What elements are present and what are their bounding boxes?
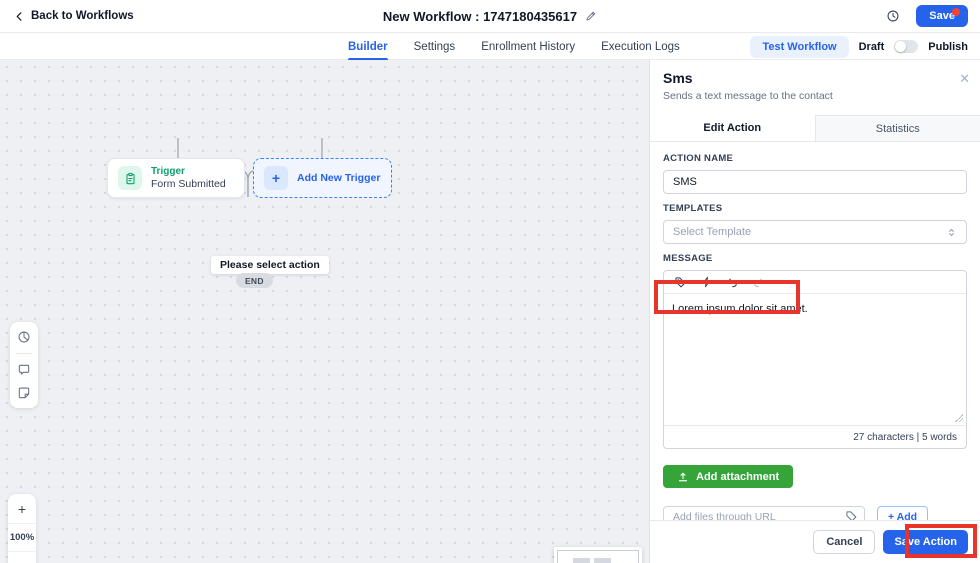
minimap-node <box>573 558 590 563</box>
add-trigger-label: Add New Trigger <box>297 172 381 184</box>
message-editor: Lorem ipsum dolor sit amet. 27 character… <box>663 270 967 449</box>
plus-icon: + <box>264 166 288 190</box>
clipboard-icon <box>118 166 142 190</box>
tab-settings[interactable]: Settings <box>414 33 456 60</box>
message-textarea[interactable]: Lorem ipsum dolor sit amet. <box>664 294 966 425</box>
trigger-node-subtitle: Form Submitted <box>151 177 226 190</box>
canvas-minimap[interactable] <box>554 547 642 563</box>
connector-lines <box>177 138 323 197</box>
minimap-node <box>594 558 611 563</box>
top-header: Back to Workflows New Workflow : 1747180… <box>0 0 980 33</box>
resize-handle[interactable] <box>955 414 963 422</box>
zoom-out-button[interactable]: − <box>8 552 36 563</box>
zoom-controls: + 100% − <box>8 494 36 563</box>
sub-navigation: Builder Settings Enrollment History Exec… <box>0 33 980 60</box>
save-button[interactable]: Save <box>916 5 968 27</box>
trigger-links-bolt-icon[interactable] <box>700 276 713 289</box>
workflow-nav-tabs: Builder Settings Enrollment History Exec… <box>348 33 680 60</box>
toggle-knob <box>895 41 907 52</box>
editor-toolbar <box>664 271 966 294</box>
tab-enrollment-history[interactable]: Enrollment History <box>481 33 575 60</box>
templates-label: TEMPLATES <box>663 203 723 214</box>
message-label: MESSAGE <box>663 253 713 264</box>
add-attachment-button[interactable]: Add attachment <box>663 465 794 488</box>
please-select-action-label: Please select action <box>211 256 329 274</box>
test-workflow-button[interactable]: Test Workflow <box>750 35 849 58</box>
zoom-in-button[interactable]: + <box>8 494 36 523</box>
add-new-trigger-button[interactable]: + Add New Trigger <box>253 158 392 198</box>
panel-footer: Cancel Save Action <box>650 520 980 563</box>
action-editor-panel: Sms Sends a text message to the contact … <box>650 60 980 563</box>
page-title: New Workflow : 1747180435617 <box>382 8 578 24</box>
action-description: Sends a text message to the contact <box>663 90 833 102</box>
back-label: Back to Workflows <box>31 10 134 22</box>
panel-body: ACTION NAME TEMPLATES Select Template ME… <box>650 142 980 528</box>
tab-edit-action[interactable]: Edit Action <box>650 115 815 141</box>
workflow-canvas[interactable]: Trigger Form Submitted + Add New Trigger… <box>0 60 650 563</box>
workflow-title-wrap: New Workflow : 1747180435617 <box>383 9 597 24</box>
undo-icon[interactable] <box>726 276 739 289</box>
action-name-label: ACTION NAME <box>663 153 734 164</box>
zoom-level: 100% <box>8 523 36 552</box>
panel-tabs: Edit Action Statistics <box>650 115 980 142</box>
trigger-node[interactable]: Trigger Form Submitted <box>107 158 245 198</box>
template-select[interactable]: Select Template <box>663 220 967 244</box>
save-action-button[interactable]: Save Action <box>883 530 968 554</box>
cancel-button[interactable]: Cancel <box>813 530 876 554</box>
toolbar-divider <box>16 353 32 354</box>
edit-pencil-icon[interactable] <box>585 10 597 22</box>
unsaved-changes-dot <box>952 8 960 16</box>
header-actions: Save <box>886 5 968 27</box>
action-name-input[interactable] <box>663 170 967 194</box>
draft-label: Draft <box>858 40 885 53</box>
chevron-left-icon <box>14 11 25 22</box>
message-text: Lorem ipsum dolor sit amet. <box>672 303 808 315</box>
canvas-side-toolbar <box>10 322 38 408</box>
workflow-builder-app: Back to Workflows New Workflow : 1747180… <box>0 0 980 563</box>
minimap-viewport <box>557 550 639 563</box>
template-placeholder: Select Template <box>673 226 752 238</box>
end-node: END <box>236 273 273 288</box>
panel-header: Sms Sends a text message to the contact … <box>650 60 980 102</box>
tab-execution-logs[interactable]: Execution Logs <box>601 33 680 60</box>
tab-statistics[interactable]: Statistics <box>814 115 980 141</box>
close-icon[interactable]: ✕ <box>959 72 970 85</box>
trigger-node-title: Trigger <box>151 165 185 177</box>
trigger-node-text: Trigger Form Submitted <box>151 166 226 191</box>
character-word-count: 27 characters | 5 words <box>853 431 957 443</box>
back-to-workflows-button[interactable]: Back to Workflows <box>14 10 134 22</box>
subbar-right-controls: Test Workflow Draft Publish <box>750 33 968 60</box>
custom-values-tag-icon[interactable] <box>674 276 687 289</box>
history-clock-icon[interactable] <box>886 9 900 23</box>
upload-icon <box>677 471 689 483</box>
publish-toggle[interactable] <box>894 40 919 53</box>
redo-icon[interactable] <box>752 276 765 289</box>
tab-builder[interactable]: Builder <box>348 33 388 60</box>
stats-pie-icon[interactable] <box>17 330 31 344</box>
sticky-note-icon[interactable] <box>17 386 31 400</box>
add-attachment-label: Add attachment <box>696 470 780 483</box>
publish-label: Publish <box>928 40 968 53</box>
select-chevrons-icon <box>946 227 957 238</box>
comment-bubble-icon[interactable] <box>17 363 31 377</box>
editor-footer: 27 characters | 5 words <box>664 425 966 448</box>
action-title: Sms <box>663 70 693 86</box>
